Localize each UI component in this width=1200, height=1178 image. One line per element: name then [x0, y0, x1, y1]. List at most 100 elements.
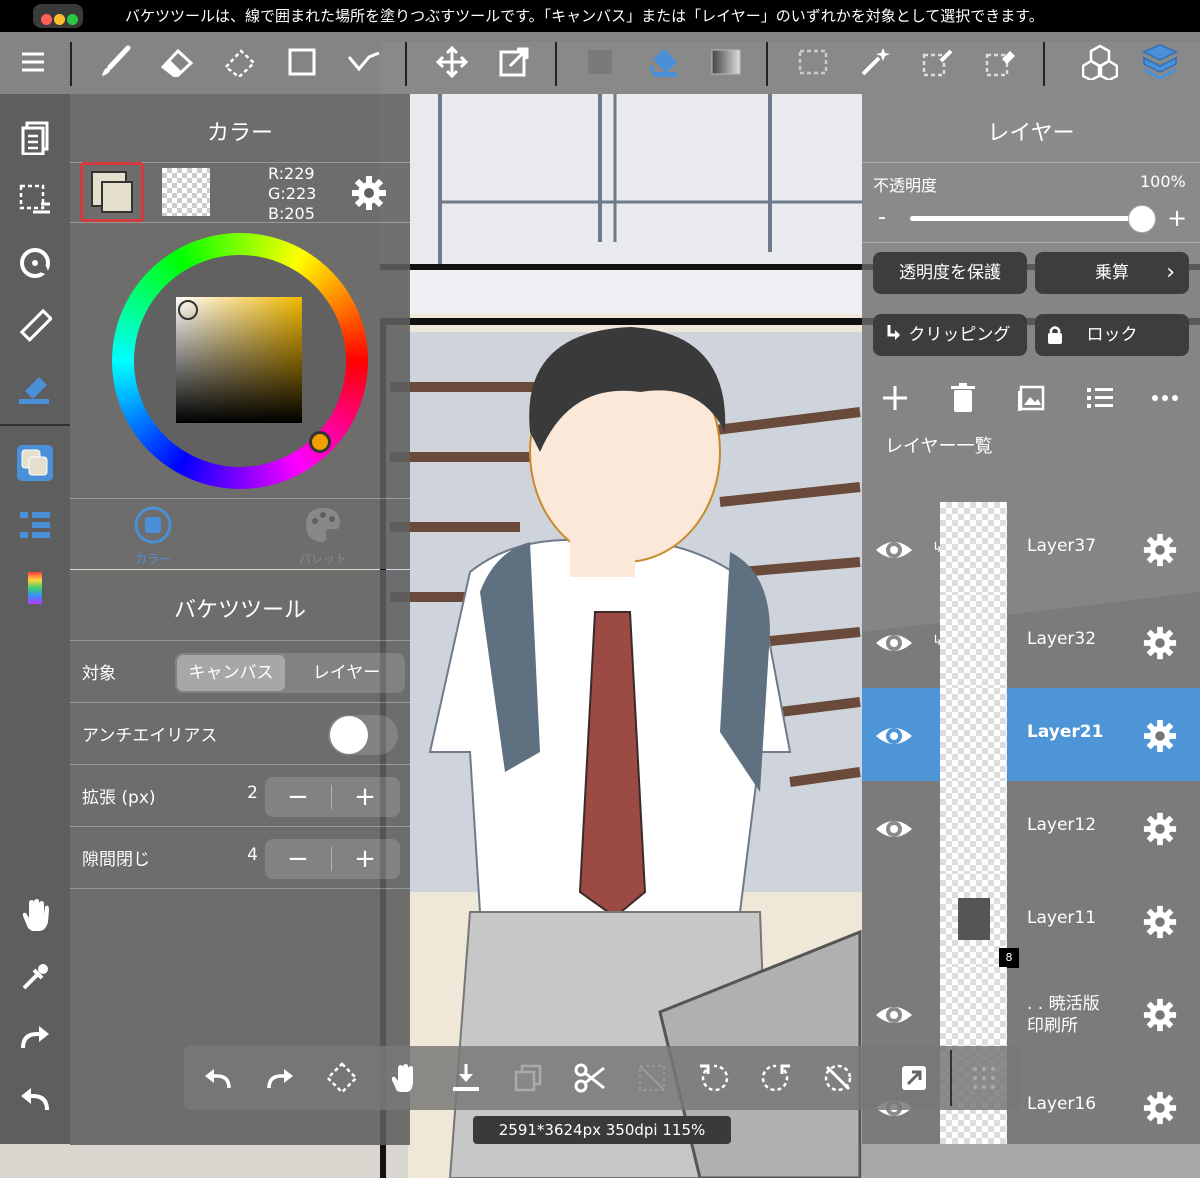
ruler-icon[interactable] — [15, 305, 55, 345]
clipping-label: クリッピング — [908, 325, 1011, 345]
selection-menu-icon[interactable] — [15, 180, 55, 220]
target-canvas-option[interactable]: キャンバス — [177, 655, 285, 691]
target-layer-option[interactable]: レイヤー — [290, 655, 403, 691]
layer-settings-gear-icon[interactable] — [1142, 532, 1178, 568]
expand-canvas-icon[interactable] — [896, 1060, 932, 1096]
expand-decrement-button[interactable]: − — [265, 777, 331, 817]
chevron-right-icon: › — [1166, 260, 1175, 285]
visibility-eye-icon[interactable] — [874, 995, 914, 1035]
add-layer-icon[interactable] — [880, 383, 910, 417]
toolbar-divider — [70, 42, 72, 86]
layer-thumbnail — [940, 595, 1007, 688]
antialias-toggle[interactable] — [328, 715, 398, 755]
magic-wand-tool-icon[interactable] — [855, 42, 895, 82]
eraser-tool-icon[interactable] — [157, 42, 197, 82]
blur-eraser-tool-icon[interactable] — [220, 42, 260, 82]
cut-icon[interactable] — [572, 1060, 608, 1096]
color-tab-label[interactable]: カラー — [128, 550, 178, 567]
download-icon[interactable] — [448, 1060, 484, 1096]
shape-tool-icon[interactable] — [282, 42, 322, 82]
color-slider-icon[interactable] — [15, 568, 55, 608]
rotate-canvas-icon[interactable] — [15, 243, 55, 283]
protect-alpha-button[interactable]: 透明度を保護 — [873, 252, 1027, 294]
layer-settings-gear-icon[interactable] — [1142, 811, 1178, 847]
color-settings-gear-icon[interactable] — [350, 174, 388, 216]
bucket-tool-icon[interactable] — [644, 42, 684, 82]
opacity-increase-button[interactable]: + — [1167, 204, 1187, 232]
layer-settings-gear-icon[interactable] — [1142, 1090, 1178, 1126]
undo-rail-icon[interactable] — [15, 1080, 55, 1120]
line-tool-icon[interactable] — [344, 42, 384, 82]
visibility-eye-icon[interactable] — [874, 809, 914, 849]
layer-settings-gear-icon[interactable] — [1142, 625, 1178, 661]
layer-row-selected[interactable]: Layer21 — [862, 688, 1200, 781]
palette-tab-icon[interactable] — [303, 505, 343, 549]
brush-tool-icon[interactable] — [95, 42, 135, 82]
fill-tone-icon[interactable] — [15, 368, 55, 408]
rotate-right-icon[interactable] — [758, 1060, 794, 1096]
layer-image-icon[interactable] — [1017, 383, 1047, 417]
layer-settings-gear-icon[interactable] — [1142, 997, 1178, 1033]
clipping-button[interactable]: クリッピング — [873, 314, 1027, 356]
bucket-panel-title: バケツツール — [173, 598, 306, 623]
materials-icon[interactable] — [1080, 42, 1120, 82]
layer-row[interactable]: Layer12 — [862, 781, 1200, 874]
delete-layer-icon[interactable] — [950, 383, 976, 417]
transparent-color-swatch[interactable] — [162, 168, 210, 216]
opacity-slider-track[interactable] — [910, 216, 1144, 221]
lock-button[interactable]: ロック — [1035, 314, 1189, 356]
deselect-icon[interactable] — [634, 1060, 670, 1096]
palette-tab-label[interactable]: パレット — [293, 550, 353, 567]
blend-mode-button[interactable]: 乗算 › — [1035, 252, 1189, 294]
select-eraser-tool-icon[interactable] — [980, 42, 1020, 82]
tutorial-banner: バケツツールは、線で囲まれた場所を塗りつぶすツールです。「キャンバス」または「レ… — [0, 0, 1200, 32]
select-pen-tool-icon[interactable] — [917, 42, 957, 82]
transform-tool-icon[interactable] — [494, 42, 534, 82]
hand-tool-icon[interactable] — [15, 895, 55, 935]
redo-rail-icon[interactable] — [15, 1018, 55, 1058]
primary-color-swatch[interactable] — [80, 162, 144, 222]
lock-icon — [1048, 326, 1062, 344]
more-options-icon[interactable] — [1150, 383, 1180, 417]
visibility-eye-icon[interactable] — [874, 530, 914, 570]
gap-close-decrement-button[interactable]: − — [265, 839, 331, 879]
antialias-label: アンチエイリアス — [82, 726, 218, 746]
grid-dots-icon[interactable] — [966, 1060, 1002, 1096]
minimize-dot[interactable] — [54, 14, 65, 25]
visibility-eye-icon[interactable] — [874, 716, 914, 756]
rotate-left-icon[interactable] — [696, 1060, 732, 1096]
undo-icon[interactable] — [200, 1060, 236, 1096]
rail-divider — [0, 424, 70, 426]
layer-list-icon[interactable] — [1085, 383, 1115, 417]
menu-icon[interactable] — [13, 42, 53, 82]
layer-settings-gear-icon[interactable] — [1142, 904, 1178, 940]
hand-icon[interactable] — [385, 1060, 421, 1096]
opacity-slider-handle[interactable] — [1128, 205, 1156, 233]
layer-row[interactable]: 8 Layer11 — [862, 874, 1200, 968]
opacity-decrease-button[interactable]: - — [878, 205, 886, 230]
expand-increment-button[interactable]: + — [332, 777, 398, 817]
layer-panel-toggle-icon[interactable] — [15, 505, 55, 545]
zoom-dot[interactable] — [67, 14, 78, 25]
copy-icon[interactable] — [510, 1060, 546, 1096]
close-dot[interactable] — [41, 14, 52, 25]
gradient-tool-icon[interactable] — [706, 42, 746, 82]
color-panel-toggle-icon[interactable] — [15, 443, 55, 483]
layer-row[interactable]: ↳ Layer32 — [862, 595, 1200, 688]
select-tool-icon[interactable] — [793, 42, 833, 82]
fill-tool-icon[interactable] — [580, 42, 620, 82]
move-tool-icon[interactable] — [432, 42, 472, 82]
color-tab-icon[interactable] — [133, 505, 173, 549]
layers-icon[interactable] — [1140, 42, 1180, 82]
gap-close-increment-button[interactable]: + — [332, 839, 398, 879]
cancel-selection-icon[interactable] — [820, 1060, 856, 1096]
eyedropper-icon[interactable] — [15, 957, 55, 997]
redo-icon[interactable] — [262, 1060, 298, 1096]
transform-selection-icon[interactable] — [324, 1060, 360, 1096]
color-picker-handle[interactable] — [178, 300, 198, 320]
hue-handle[interactable] — [309, 431, 331, 453]
visibility-eye-icon[interactable] — [874, 623, 914, 663]
layer-settings-gear-icon[interactable] — [1142, 718, 1178, 754]
layer-row[interactable]: ↳ Layer37 — [862, 502, 1200, 595]
page-manager-icon[interactable] — [15, 118, 55, 158]
